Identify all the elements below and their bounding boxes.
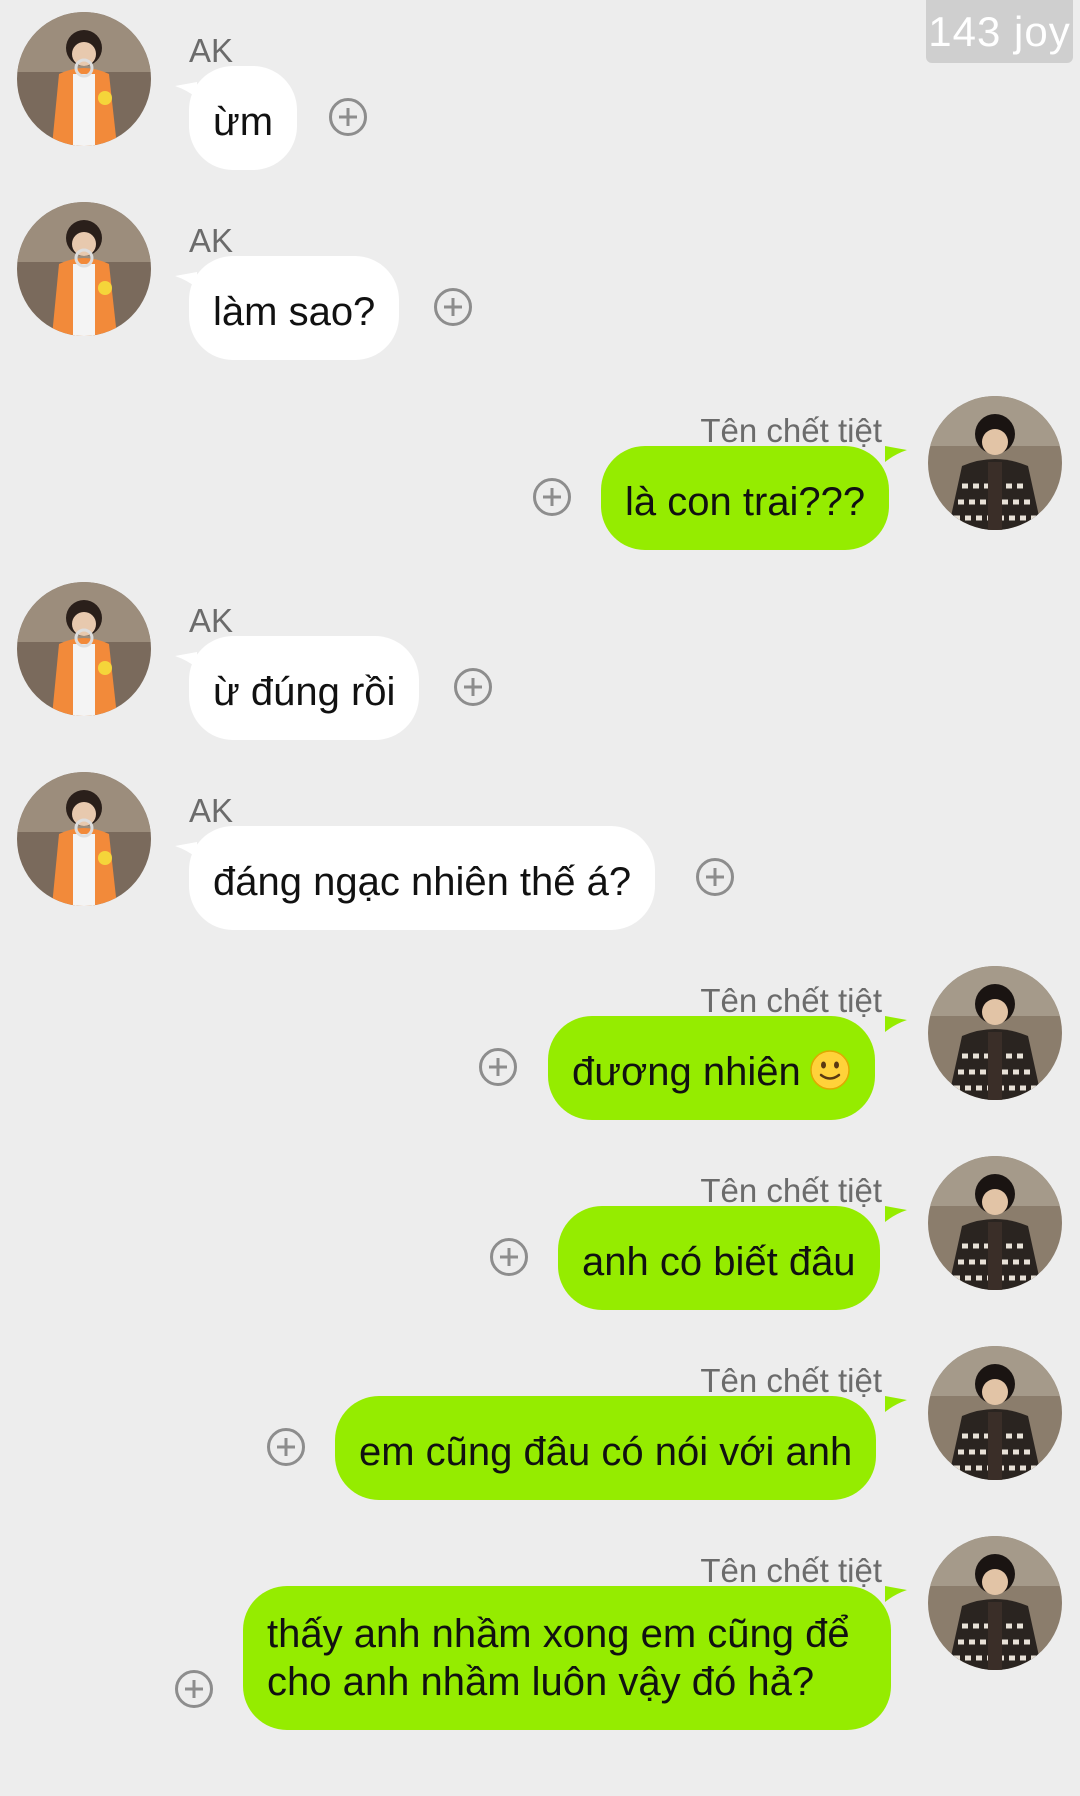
bubble-tail — [885, 1206, 907, 1222]
bubble-tail — [885, 1396, 907, 1412]
message-row: Tên chết tiệt là con trai??? — [0, 392, 1080, 552]
avatar-ak[interactable] — [17, 772, 151, 906]
add-reaction-icon[interactable] — [434, 288, 472, 326]
message-bubble[interactable]: đương nhiên — [548, 1016, 875, 1120]
sender-name: Tên chết tiệt — [700, 1552, 882, 1589]
avatar-ak[interactable] — [17, 202, 151, 336]
avatar-me[interactable] — [928, 1346, 1062, 1480]
avatar-ak[interactable] — [17, 12, 151, 146]
add-reaction-icon[interactable] — [696, 858, 734, 896]
bubble-tail — [885, 1016, 907, 1032]
message-row: Tên chết tiệt đương nhiên — [0, 962, 1080, 1122]
sender-name: AK — [189, 222, 234, 259]
bubble-tail — [885, 446, 907, 462]
message-bubble[interactable]: đáng ngạc nhiên thế á? — [189, 826, 656, 930]
message-bubble[interactable]: anh có biết đâu — [558, 1206, 880, 1310]
message-bubble[interactable]: thấy anh nhầm xong em cũng để cho anh nh… — [243, 1586, 891, 1730]
slightly-smiling-face-icon — [809, 1049, 851, 1091]
sender-name: AK — [189, 32, 234, 69]
sender-name: Tên chết tiệt — [700, 1172, 882, 1209]
add-reaction-icon[interactable] — [533, 478, 571, 516]
add-reaction-icon[interactable] — [329, 98, 367, 136]
message-row: Tên chết tiệt thấy anh nhầm xong em cũng… — [0, 1532, 1080, 1794]
message-bubble[interactable]: là con trai??? — [601, 446, 890, 550]
message-row: AK đáng ngạc nhiên thế á? — [0, 772, 1080, 932]
sender-name: Tên chết tiệt — [700, 412, 882, 449]
add-reaction-icon[interactable] — [490, 1238, 528, 1276]
add-reaction-icon[interactable] — [479, 1048, 517, 1086]
avatar-me[interactable] — [928, 1156, 1062, 1290]
sender-name: AK — [189, 602, 234, 639]
message-row: AK làm sao? — [0, 202, 1080, 362]
message-bubble[interactable]: làm sao? — [189, 256, 400, 360]
message-row: Tên chết tiệt em cũng đâu có nói với anh — [0, 1342, 1080, 1502]
message-text: đương nhiên — [572, 1050, 801, 1094]
message-bubble[interactable]: em cũng đâu có nói với anh — [335, 1396, 877, 1500]
add-reaction-icon[interactable] — [175, 1670, 213, 1708]
message-bubble[interactable]: ừm — [189, 66, 298, 170]
message-row: AK ừ đúng rồi — [0, 582, 1080, 742]
message-row: AK ừm — [0, 12, 1080, 172]
avatar-me[interactable] — [928, 966, 1062, 1100]
add-reaction-icon[interactable] — [454, 668, 492, 706]
bubble-tail — [885, 1586, 907, 1602]
avatar-me[interactable] — [928, 1536, 1062, 1670]
sender-name: Tên chết tiệt — [700, 982, 882, 1019]
sender-name: Tên chết tiệt — [700, 1362, 882, 1399]
avatar-ak[interactable] — [17, 582, 151, 716]
avatar-me[interactable] — [928, 396, 1062, 530]
add-reaction-icon[interactable] — [267, 1428, 305, 1466]
sender-name: AK — [189, 792, 234, 829]
message-bubble[interactable]: ừ đúng rồi — [189, 636, 420, 740]
message-row: Tên chết tiệt anh có biết đâu — [0, 1152, 1080, 1312]
